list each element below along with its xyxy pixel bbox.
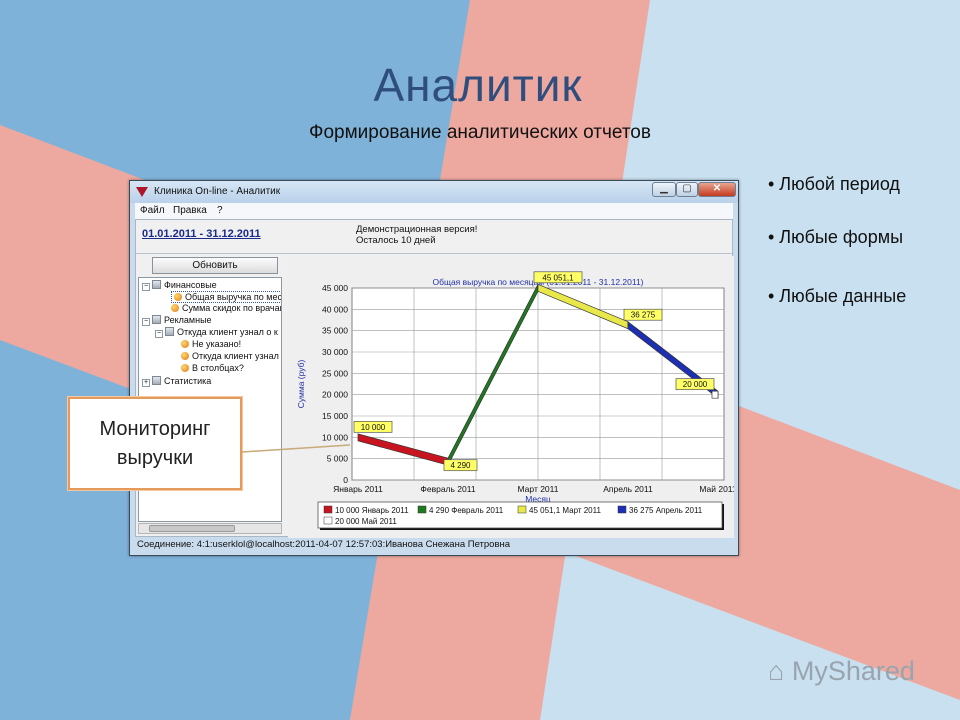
- bullet-any-data: • Любые данные: [768, 286, 907, 306]
- x-tick-label: Апрель 2011: [603, 484, 653, 494]
- minimize-button[interactable]: ▁: [652, 182, 676, 197]
- bullet-any-forms: • Любые формы: [768, 227, 904, 247]
- report-icon: [181, 364, 189, 372]
- legend-entry: 20 000 Май 2011: [335, 517, 397, 526]
- report-icon: [181, 352, 189, 360]
- legend-entry: 45 051,1 Март 2011: [529, 506, 601, 515]
- y-tick-label: 30 000: [322, 347, 348, 357]
- folder-icon: [152, 315, 161, 324]
- callout-line-1: Мониторинг: [99, 418, 211, 440]
- y-tick-label: 25 000: [322, 368, 348, 378]
- x-tick-label: Март 2011: [518, 484, 559, 494]
- data-label: 10 000: [361, 423, 386, 432]
- days-left-notice: Осталось 10 дней: [356, 235, 436, 246]
- minimize-icon: ▁: [660, 183, 668, 194]
- folder-icon: [152, 376, 161, 385]
- tree-node-statistics[interactable]: + Статистика: [142, 376, 211, 387]
- legend-swatch: [417, 505, 427, 514]
- x-tick-label: Май 2011: [699, 484, 734, 494]
- report-icon: [181, 340, 189, 348]
- revenue-chart: 05 00010 00015 00020 00025 00030 00035 0…: [296, 271, 737, 530]
- tree-horizontal-scrollbar[interactable]: [138, 523, 282, 534]
- tree-node-in-columns[interactable]: В столбцах?: [181, 363, 244, 373]
- bullet-any-period: • Любой период: [768, 174, 900, 194]
- callout-line-2: выручки: [116, 447, 194, 469]
- report-icon: [171, 304, 179, 312]
- folder-icon: [152, 280, 161, 289]
- watermark: ⌂ MyShared: [768, 656, 915, 686]
- y-axis-label: Сумма (руб): [296, 360, 306, 409]
- data-label: 36 275: [631, 311, 656, 320]
- tree-node-source[interactable]: − Откуда клиент узнал о к: [155, 327, 278, 338]
- slide: Аналитик Формирование аналитических отче…: [0, 0, 960, 720]
- period-link[interactable]: 01.01.2011 - 31.12.2011: [142, 228, 261, 240]
- close-icon: ✕: [712, 183, 722, 194]
- tree-node-discounts[interactable]: Сумма скидок по врачам: [171, 303, 281, 313]
- collapse-icon[interactable]: −: [155, 330, 163, 338]
- expand-icon[interactable]: +: [142, 379, 150, 387]
- data-label: 45 051,1: [542, 273, 574, 282]
- watermark-logo-icon: ⌂: [768, 656, 785, 686]
- x-tick-label: Февраль 2011: [420, 484, 475, 494]
- slide-subtitle: Формирование аналитических отчетов: [309, 122, 651, 143]
- legend-swatch: [517, 505, 527, 514]
- divider: [136, 253, 734, 254]
- legend-swatch: [323, 516, 333, 525]
- data-label: 4 290: [450, 461, 471, 470]
- y-tick-label: 20 000: [322, 390, 348, 400]
- status-bar: Соединение: 4:1:userklol@localhost:2011-…: [137, 539, 511, 550]
- series-segment: [711, 390, 719, 399]
- maximize-button[interactable]: ▢: [676, 182, 698, 197]
- tree-node-advertising[interactable]: − Рекламные: [142, 315, 212, 326]
- scrollbar-thumb[interactable]: [149, 525, 235, 532]
- y-tick-label: 45 000: [322, 283, 348, 293]
- menu-help[interactable]: ?: [217, 205, 223, 216]
- revenue-monitoring-callout: Мониторинг выручки: [68, 397, 242, 490]
- legend-entry: 36 275 Апрель 2011: [629, 506, 703, 515]
- x-tick-label: Январь 2011: [333, 484, 383, 494]
- tree-node-financial[interactable]: − Финансовые: [142, 280, 217, 291]
- legend-entry: 4 290 Февраль 2011: [429, 506, 504, 515]
- report-icon: [174, 293, 182, 301]
- menu-bar: Файл Правка ?: [135, 203, 733, 219]
- chart-pane: 05 000 10 000 15 000 20 000 25 000 30 000 35 0…: [288, 256, 737, 538]
- tree-node-total-revenue[interactable]: Общая выручка по меся: [171, 291, 281, 303]
- y-tick-label: 15 000: [322, 411, 348, 421]
- tree-node-not-specified[interactable]: Не указано!: [181, 339, 241, 349]
- slide-title: Аналитик: [373, 59, 583, 111]
- data-label: 20 000: [683, 380, 708, 389]
- app-logo-icon: [136, 187, 148, 197]
- maximize-icon: ▢: [682, 183, 692, 194]
- refresh-button[interactable]: Обновить: [152, 257, 278, 274]
- legend-swatch: [617, 505, 627, 514]
- y-tick-label: 35 000: [322, 326, 348, 336]
- y-tick-label: 5 000: [327, 454, 349, 464]
- close-button[interactable]: ✕: [698, 182, 736, 197]
- window-titlebar[interactable]: Клиника On-line - Аналитик ▁ ▢ ✕: [130, 181, 738, 203]
- legend-entry: 10 000 Январь 2011: [335, 506, 409, 515]
- collapse-icon[interactable]: −: [142, 318, 150, 326]
- tree-node-source-detail[interactable]: Откуда клиент узнал: [181, 351, 279, 361]
- y-tick-label: 40 000: [322, 304, 348, 314]
- demo-notice: Демонстрационная версия!: [356, 224, 478, 235]
- legend-swatch: [323, 505, 333, 514]
- menu-file[interactable]: Файл: [140, 205, 165, 216]
- y-tick-label: 10 000: [322, 432, 348, 442]
- collapse-icon[interactable]: −: [142, 283, 150, 291]
- window-title: Клиника On-line - Аналитик: [154, 186, 281, 197]
- menu-edit[interactable]: Правка: [173, 205, 207, 216]
- analyst-window: Клиника On-line - Аналитик ▁ ▢ ✕ Файл Пр…: [129, 180, 739, 556]
- folder-icon: [165, 327, 174, 336]
